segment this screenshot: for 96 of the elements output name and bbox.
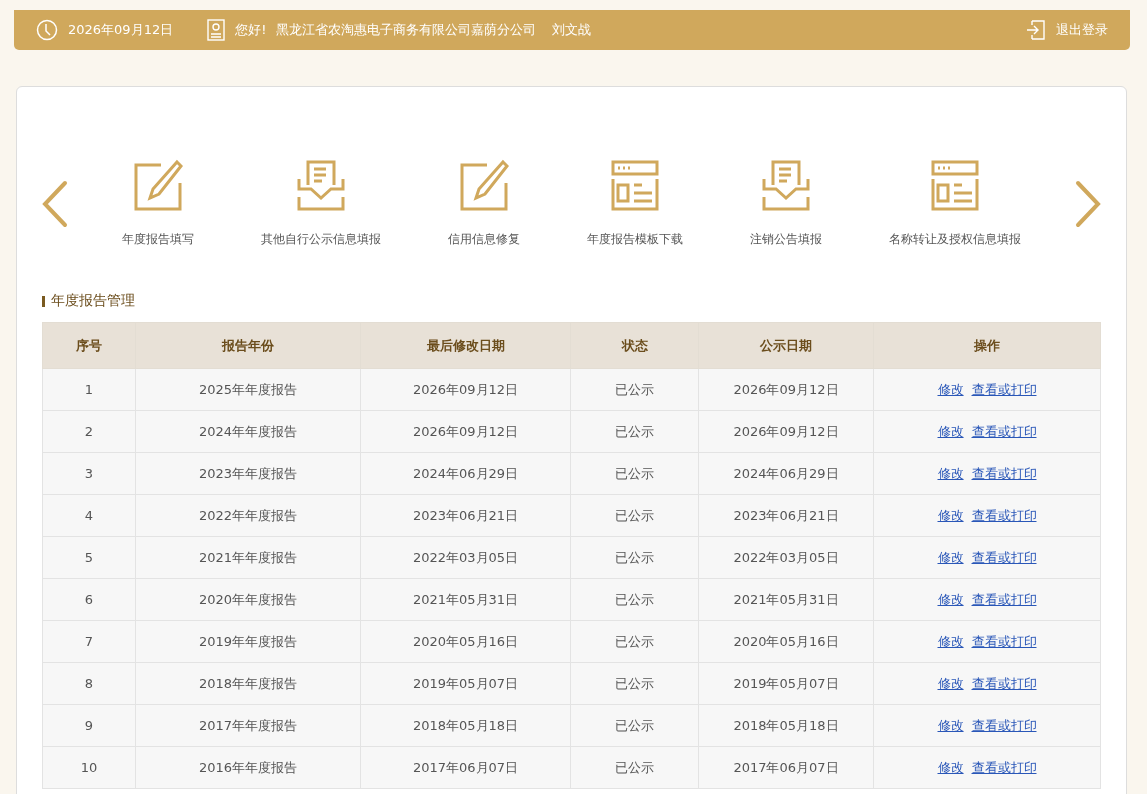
view-print-link[interactable]: 查看或打印 [971, 675, 1037, 691]
column-header: 序号 [42, 322, 136, 369]
table-cell: 2020年05月16日 [360, 620, 571, 663]
table-cell: 2026年09月12日 [698, 410, 874, 453]
shortcut-item[interactable]: 信用信息修复 [448, 159, 521, 248]
edit-link[interactable]: 修改 [937, 675, 964, 691]
inbox-icon [296, 159, 347, 211]
column-header: 最后修改日期 [360, 322, 571, 369]
table-cell: 2023年06月21日 [698, 494, 874, 537]
table-cell: 2026年09月12日 [360, 368, 571, 411]
table-cell: 2023年年度报告 [135, 452, 361, 495]
date-text: 2026年09月12日 [68, 21, 174, 39]
table-cell: 已公示 [570, 410, 699, 453]
edit-icon [133, 159, 184, 211]
edit-link[interactable]: 修改 [937, 633, 964, 649]
table-cell: 5 [42, 536, 136, 579]
table-cell: 2022年03月05日 [698, 536, 874, 579]
table-cell: 2023年06月21日 [360, 494, 571, 537]
user-name: 刘文战 [552, 21, 592, 39]
table-cell: 2018年05月18日 [360, 704, 571, 747]
table-cell: 2016年年度报告 [135, 746, 361, 789]
table-cell: 2017年06月07日 [698, 746, 874, 789]
table-cell: 2024年年度报告 [135, 410, 361, 453]
table-cell: 2021年05月31日 [360, 578, 571, 621]
table-cell: 2 [42, 410, 136, 453]
table-cell: 2020年05月16日 [698, 620, 874, 663]
table-cell: 10 [42, 746, 136, 789]
view-print-link[interactable]: 查看或打印 [971, 717, 1037, 733]
table-cell: 3 [42, 452, 136, 495]
user-card-icon [207, 19, 226, 41]
column-header: 公示日期 [698, 322, 874, 369]
table-cell: 2017年06月07日 [360, 746, 571, 789]
edit-link[interactable]: 修改 [937, 423, 964, 439]
table-cell: 8 [42, 662, 136, 705]
table-cell: 已公示 [570, 494, 699, 537]
table-cell: 2020年年度报告 [135, 578, 361, 621]
table-cell: 2021年05月31日 [698, 578, 874, 621]
table-cell: 已公示 [570, 746, 699, 789]
edit-link[interactable]: 修改 [937, 549, 964, 565]
shortcut-item[interactable]: 名称转让及授权信息填报 [888, 159, 1021, 248]
view-print-link[interactable]: 查看或打印 [971, 381, 1037, 397]
table-cell: 4 [42, 494, 136, 537]
view-print-link[interactable]: 查看或打印 [971, 633, 1037, 649]
view-print-link[interactable]: 查看或打印 [971, 423, 1037, 439]
table-cell: 2017年年度报告 [135, 704, 361, 747]
table-cell: 2021年年度报告 [135, 536, 361, 579]
company-name: 黑龙江省农淘惠电子商务有限公司嘉荫分公司 [276, 21, 537, 39]
table-cell: 9 [42, 704, 136, 747]
logout-icon [1026, 20, 1046, 40]
table-cell: 2018年05月18日 [698, 704, 874, 747]
edit-link[interactable]: 修改 [937, 717, 964, 733]
window-icon [609, 159, 660, 211]
table-cell: 2022年年度报告 [135, 494, 361, 537]
table-cell: 6 [42, 578, 136, 621]
table-cell: 2024年06月29日 [360, 452, 571, 495]
table-cell: 已公示 [570, 536, 699, 579]
view-print-link[interactable]: 查看或打印 [971, 549, 1037, 565]
table-cell: 2018年年度报告 [135, 662, 361, 705]
column-header: 报告年份 [135, 322, 361, 369]
clock-icon [36, 19, 58, 41]
table-cell: 7 [42, 620, 136, 663]
table-cell: 2019年05月07日 [698, 662, 874, 705]
view-print-link[interactable]: 查看或打印 [971, 465, 1037, 481]
table-cell: 2025年年度报告 [135, 368, 361, 411]
edit-link[interactable]: 修改 [937, 381, 964, 397]
table-cell: 已公示 [570, 704, 699, 747]
shortcut-item[interactable]: 年度报告模板下载 [586, 159, 683, 248]
column-header: 操作 [873, 322, 1101, 369]
table-cell: 2019年年度报告 [135, 620, 361, 663]
greeting-text: 您好! [235, 21, 267, 39]
edit-link[interactable]: 修改 [937, 465, 964, 481]
edit-link[interactable]: 修改 [937, 591, 964, 607]
edit-link[interactable]: 修改 [937, 507, 964, 523]
column-header: 状态 [570, 322, 699, 369]
table-cell: 2024年06月29日 [698, 452, 874, 495]
window-icon [929, 159, 980, 211]
edit-icon [459, 159, 510, 211]
shortcut-item[interactable]: 注销公告填报 [749, 159, 822, 248]
table-cell: 2026年09月12日 [360, 410, 571, 453]
inbox-icon [760, 159, 811, 211]
table-cell: 1 [42, 368, 136, 411]
table-cell: 2019年05月07日 [360, 662, 571, 705]
table-cell: 已公示 [570, 368, 699, 411]
table-cell: 已公示 [570, 578, 699, 621]
table-cell: 已公示 [570, 452, 699, 495]
table-cell: 已公示 [570, 662, 699, 705]
section-title: 年度报告管理 [51, 292, 135, 310]
edit-link[interactable]: 修改 [937, 759, 964, 775]
view-print-link[interactable]: 查看或打印 [971, 507, 1037, 523]
view-print-link[interactable]: 查看或打印 [971, 759, 1037, 775]
shortcut-item[interactable]: 其他自行公示信息填报 [261, 159, 382, 248]
table-cell: 2022年03月05日 [360, 536, 571, 579]
table-cell: 2026年09月12日 [698, 368, 874, 411]
shortcut-item[interactable]: 年度报告填写 [122, 159, 195, 248]
table-cell: 已公示 [570, 620, 699, 663]
view-print-link[interactable]: 查看或打印 [971, 591, 1037, 607]
